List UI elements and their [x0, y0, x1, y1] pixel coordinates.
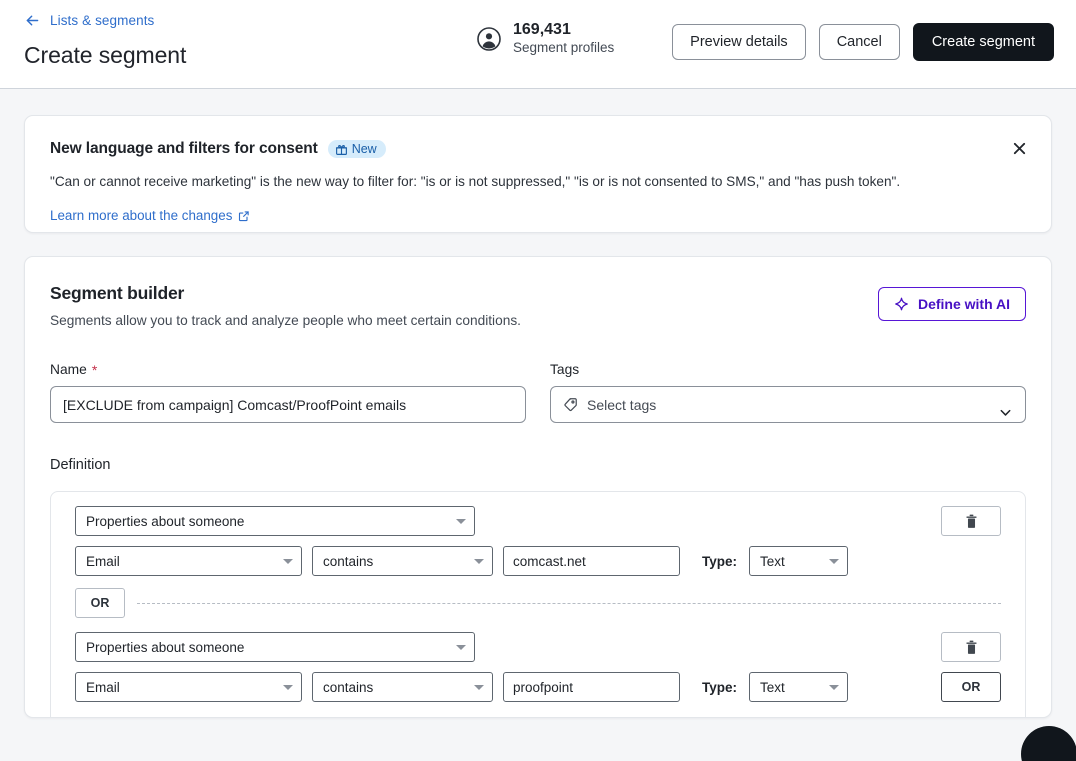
delete-group-button[interactable]: [941, 632, 1001, 662]
header-actions: Preview details Cancel Create segment: [672, 23, 1054, 61]
external-link-icon: [238, 210, 250, 222]
source-select[interactable]: Properties about someone: [75, 632, 475, 662]
separator-line: [137, 602, 1001, 604]
operator-select-value: contains: [323, 679, 374, 695]
page-title: Create segment: [24, 42, 187, 68]
gift-icon: [335, 143, 348, 156]
chevron-down-icon: [283, 684, 293, 690]
chevron-down-icon: [829, 558, 840, 564]
banner-title: New language and filters for consent: [50, 140, 318, 157]
property-select-value: Email: [86, 679, 120, 695]
type-select-value: Text: [760, 679, 785, 695]
close-banner-button[interactable]: [1006, 135, 1032, 161]
tag-icon: [563, 397, 587, 412]
create-segment-button[interactable]: Create segment: [912, 23, 1054, 61]
consent-announcement-banner: New language and filters for consent New…: [24, 115, 1052, 233]
chevron-down-icon: [474, 684, 484, 690]
banner-body-text: "Can or cannot receive marketing" is the…: [50, 174, 901, 189]
chevron-down-icon: [456, 518, 466, 524]
banner-title-row: New language and filters for consent New: [50, 140, 1025, 158]
trash-icon: [965, 640, 978, 655]
delete-group-button[interactable]: [941, 506, 1001, 536]
add-or-condition-button[interactable]: OR: [941, 672, 1001, 702]
chevron-down-icon: [829, 684, 840, 690]
page-body: New language and filters for consent New…: [0, 89, 1076, 718]
chevron-down-icon: [456, 644, 466, 650]
type-select[interactable]: Text: [749, 672, 849, 702]
condition-group: Properties about someone Email contains …: [51, 492, 1025, 618]
operator-select-value: contains: [323, 553, 374, 569]
close-icon: [1012, 141, 1027, 156]
condition-group: Properties about someone Email contains …: [51, 618, 1025, 702]
arrow-left-icon: [24, 12, 41, 29]
source-select[interactable]: Properties about someone: [75, 506, 475, 536]
type-label: Type:: [702, 553, 738, 569]
type-select-value: Text: [760, 553, 785, 569]
segment-builder-card: Segment builder Segments allow you to tr…: [24, 256, 1052, 718]
status-badge: New: [327, 140, 386, 158]
property-select-value: Email: [86, 553, 120, 569]
learn-more-label: Learn more about the changes: [50, 208, 233, 223]
group-separator: OR: [75, 588, 1001, 618]
builder-subtitle: Segments allow you to track and analyze …: [50, 313, 521, 328]
breadcrumb-back-link[interactable]: Lists & segments: [24, 12, 154, 29]
define-with-ai-button[interactable]: Define with AI: [877, 287, 1026, 321]
page-header: Lists & segments Create segment 169,431 …: [0, 0, 1076, 89]
preview-details-button[interactable]: Preview details: [672, 24, 806, 60]
name-label-row: Name *: [50, 362, 526, 377]
tags-label: Tags: [550, 362, 580, 377]
tags-placeholder: Select tags: [587, 396, 657, 413]
source-select-value: Properties about someone: [86, 639, 245, 655]
name-and-tags-row: Name * Tags Select tags: [50, 362, 1026, 423]
tags-label-row: Tags: [550, 362, 1026, 377]
help-bubble-icon[interactable]: [1021, 726, 1076, 761]
tags-select[interactable]: Select tags: [550, 386, 1026, 423]
condition-group-header: Properties about someone: [75, 632, 1001, 662]
define-with-ai-label: Define with AI: [917, 296, 1010, 312]
builder-title: Segment builder: [50, 283, 185, 303]
person-icon: [477, 26, 501, 51]
breadcrumb-label: Lists & segments: [50, 13, 155, 28]
segment-name-input[interactable]: [50, 386, 526, 423]
learn-more-link[interactable]: Learn more about the changes: [50, 208, 250, 223]
name-label: Name: [50, 362, 87, 377]
condition-row: Email contains Type: Text: [75, 546, 1001, 576]
cancel-button[interactable]: Cancel: [818, 24, 900, 60]
definition-footer: 169,431: [51, 717, 1025, 718]
definition-container: Properties about someone Email contains …: [50, 491, 1026, 718]
group-or-toggle[interactable]: OR: [75, 588, 125, 618]
required-marker: *: [91, 361, 98, 378]
condition-row: Email contains Type: Text OR: [75, 672, 1001, 702]
chevron-down-icon: [283, 558, 293, 564]
name-field-group: Name *: [50, 362, 526, 423]
property-select[interactable]: Email: [75, 546, 302, 576]
operator-select[interactable]: contains: [312, 546, 493, 576]
chevron-down-icon: [474, 558, 484, 564]
tags-field-group: Tags Select tags: [550, 362, 1026, 423]
condition-group-header: Properties about someone: [75, 506, 1001, 536]
type-label: Type:: [702, 679, 738, 695]
condition-value-input[interactable]: [503, 672, 680, 702]
definition-label: Definition: [50, 457, 111, 473]
condition-value-input[interactable]: [503, 546, 680, 576]
profiles-count: 169,431: [513, 21, 571, 38]
trash-icon: [965, 514, 978, 529]
source-select-value: Properties about someone: [86, 513, 245, 529]
type-select[interactable]: Text: [749, 546, 849, 576]
badge-label: New: [351, 142, 377, 156]
builder-header: Segment builder Segments allow you to tr…: [50, 283, 1026, 328]
property-select[interactable]: Email: [75, 672, 302, 702]
operator-select[interactable]: contains: [312, 672, 493, 702]
segment-profiles-stat: 169,431 Segment profiles: [477, 20, 614, 57]
profiles-caption: Segment profiles: [513, 40, 615, 55]
sparkle-icon: [894, 297, 909, 312]
